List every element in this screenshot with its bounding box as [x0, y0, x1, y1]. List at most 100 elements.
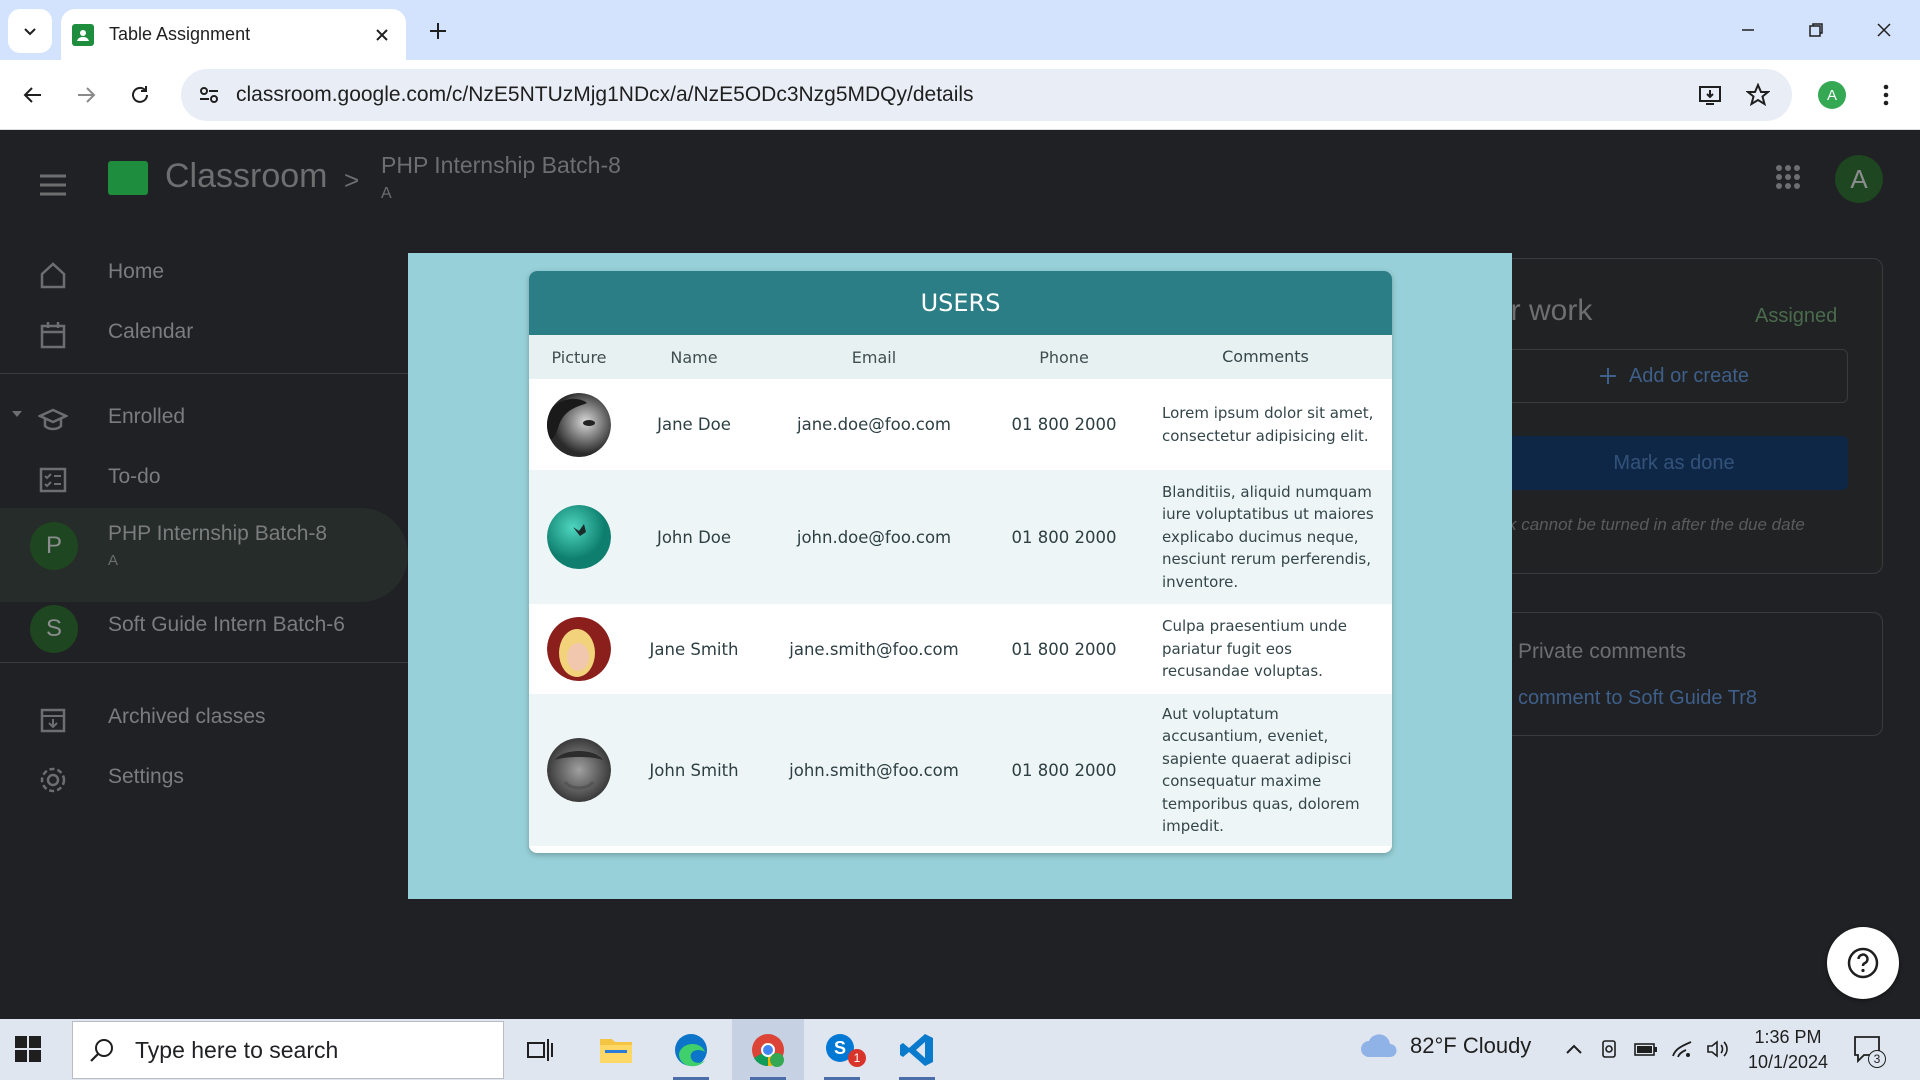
- active-tab[interactable]: Table Assignment: [61, 9, 406, 60]
- weather-text: 82°F Cloudy: [1410, 1033, 1532, 1058]
- clock-date: 10/1/2024: [1747, 1052, 1829, 1072]
- sidebar-item-label: PHP Internship Batch-8: [108, 522, 328, 545]
- minimize-button[interactable]: [1714, 0, 1782, 60]
- user-name: John Doe: [656, 527, 732, 547]
- user-comment: Aut voluptatum accusantium, eveniet, sap…: [1162, 704, 1360, 836]
- add-or-create-button[interactable]: Add or create: [1500, 349, 1848, 403]
- sidebar-item-label: Settings: [108, 765, 184, 788]
- user-photo-avatar: [547, 392, 611, 457]
- account-avatar[interactable]: A: [1835, 155, 1883, 203]
- weather-widget[interactable]: 82°F Cloudy: [1360, 1033, 1531, 1059]
- user-name: Jane Smith: [649, 639, 739, 659]
- arrow-right-icon: [78, 87, 96, 103]
- taskbar-search-box[interactable]: Type here to search: [72, 1021, 504, 1079]
- mark-as-done-button[interactable]: Mark as done: [1500, 436, 1848, 490]
- apps-grid-icon[interactable]: [1775, 164, 1801, 190]
- chrome-browser-button[interactable]: [732, 1019, 804, 1080]
- new-tab-button[interactable]: [420, 13, 456, 49]
- private-comments-card: [1500, 612, 1883, 736]
- sidebar-item-calendar[interactable]: Calendar: [0, 306, 408, 360]
- sidebar-item-label: Soft Guide Intern Batch-6: [108, 613, 345, 636]
- reload-button[interactable]: [118, 73, 162, 117]
- user-phone: 01 800 2000: [1011, 527, 1117, 547]
- camera-icon: [1602, 1040, 1616, 1058]
- address-bar[interactable]: classroom.google.com/c/NzE5NTUzMjg1NDcx/…: [181, 69, 1792, 121]
- archive-icon: [40, 708, 66, 733]
- battery-button[interactable]: [1634, 1037, 1658, 1061]
- volume-button[interactable]: [1706, 1037, 1730, 1061]
- attachment-image-viewer: USERS Picture Name Email Phone Comments …: [408, 253, 1512, 899]
- windows-start-icon[interactable]: [14, 1035, 42, 1063]
- sidebar-item-todo[interactable]: To-do: [0, 451, 408, 505]
- cloud-icon: [1361, 1034, 1397, 1057]
- tray-overflow-button[interactable]: [1562, 1037, 1586, 1061]
- edge-browser-button[interactable]: [655, 1019, 727, 1080]
- sidebar-item-settings[interactable]: Settings: [0, 751, 408, 805]
- plus-icon: [1599, 368, 1616, 384]
- brand-title[interactable]: Classroom: [165, 157, 327, 196]
- column-header: Picture: [551, 347, 607, 367]
- install-icon: [1699, 86, 1721, 105]
- tab-search-button[interactable]: [8, 9, 52, 53]
- task-view-icon: [527, 1038, 553, 1061]
- classroom-logo-icon: [108, 161, 148, 195]
- skype-button[interactable]: S 1: [806, 1019, 878, 1080]
- profile-avatar[interactable]: A: [1818, 81, 1846, 109]
- sidebar-item-php-internship[interactable]: P PHP Internship Batch-8 A: [0, 516, 408, 592]
- user-email: john.smith@foo.com: [789, 760, 959, 780]
- folder-icon: [600, 1038, 632, 1063]
- user-email: jane.doe@foo.com: [797, 415, 951, 434]
- site-info-button[interactable]: [189, 75, 229, 115]
- table-row: Jane Smith jane.smith@foo.com 01 800 200…: [529, 604, 1392, 694]
- late-submission-note: k cannot be turned in after the due date: [1508, 515, 1805, 534]
- forward-button[interactable]: [64, 73, 108, 117]
- class-avatar: P: [30, 522, 78, 570]
- url-text[interactable]: classroom.google.com/c/NzE5NTUzMjg1NDcx/…: [236, 69, 974, 121]
- chevron-up-icon: [1566, 1044, 1582, 1054]
- home-icon: [40, 262, 66, 289]
- back-button[interactable]: [11, 73, 55, 117]
- vscode-icon: [900, 1033, 933, 1066]
- bookmark-button[interactable]: [1740, 77, 1776, 113]
- user-email: john.doe@foo.com: [796, 527, 952, 547]
- users-table-image: USERS Picture Name Email Phone Comments …: [529, 271, 1392, 853]
- course-title[interactable]: PHP Internship Batch-8: [381, 152, 621, 179]
- user-photo-avatar: [547, 505, 611, 569]
- browser-toolbar: classroom.google.com/c/NzE5NTUzMjg1NDcx/…: [0, 60, 1920, 130]
- sidebar-item-archived[interactable]: Archived classes: [0, 691, 408, 745]
- task-view-button[interactable]: [504, 1019, 576, 1080]
- table-heading: USERS: [529, 271, 1392, 335]
- arrow-left-icon: [23, 87, 41, 103]
- column-header: Name: [670, 347, 718, 367]
- main-menu-icon[interactable]: [36, 168, 70, 202]
- user-phone: 01 800 2000: [1011, 760, 1117, 780]
- course-section: A: [381, 185, 392, 202]
- file-explorer-button[interactable]: [580, 1019, 652, 1080]
- vscode-button[interactable]: [881, 1019, 953, 1080]
- user-email: jane.smith@foo.com: [789, 639, 959, 659]
- install-app-button[interactable]: [1692, 77, 1728, 113]
- add-private-comment-link[interactable]: l comment to Soft Guide Tr8: [1508, 687, 1757, 710]
- tab-close-button[interactable]: [370, 23, 394, 47]
- close-icon: [376, 28, 388, 41]
- sidebar-item-enrolled[interactable]: Enrolled: [0, 391, 408, 445]
- user-photo-avatar: [547, 617, 611, 681]
- user-phone: 01 800 2000: [1011, 415, 1117, 434]
- notification-center-button[interactable]: 3: [1852, 1033, 1886, 1068]
- network-button[interactable]: [1670, 1037, 1694, 1061]
- close-window-button[interactable]: [1850, 0, 1918, 60]
- status-badge: Assigned: [1755, 305, 1838, 327]
- skype-badge: 1: [848, 1049, 866, 1067]
- browser-menu-button[interactable]: [1864, 73, 1908, 117]
- more-vert-icon: [1883, 84, 1889, 106]
- add-or-create-label: Add or create: [1628, 364, 1750, 387]
- sidebar-item-soft-guide[interactable]: S Soft Guide Intern Batch-6: [0, 599, 408, 659]
- system-clock[interactable]: 1:36 PM 10/1/2024: [1740, 1025, 1836, 1075]
- meet-now-button[interactable]: [1598, 1037, 1622, 1061]
- svg-text:S: S: [834, 1038, 846, 1058]
- breadcrumb-separator: >: [344, 165, 360, 195]
- restore-button[interactable]: [1782, 0, 1850, 60]
- help-button[interactable]: [1827, 927, 1899, 999]
- sidebar-item-home[interactable]: Home: [0, 246, 408, 300]
- clock-time: 1:36 PM: [1754, 1027, 1822, 1047]
